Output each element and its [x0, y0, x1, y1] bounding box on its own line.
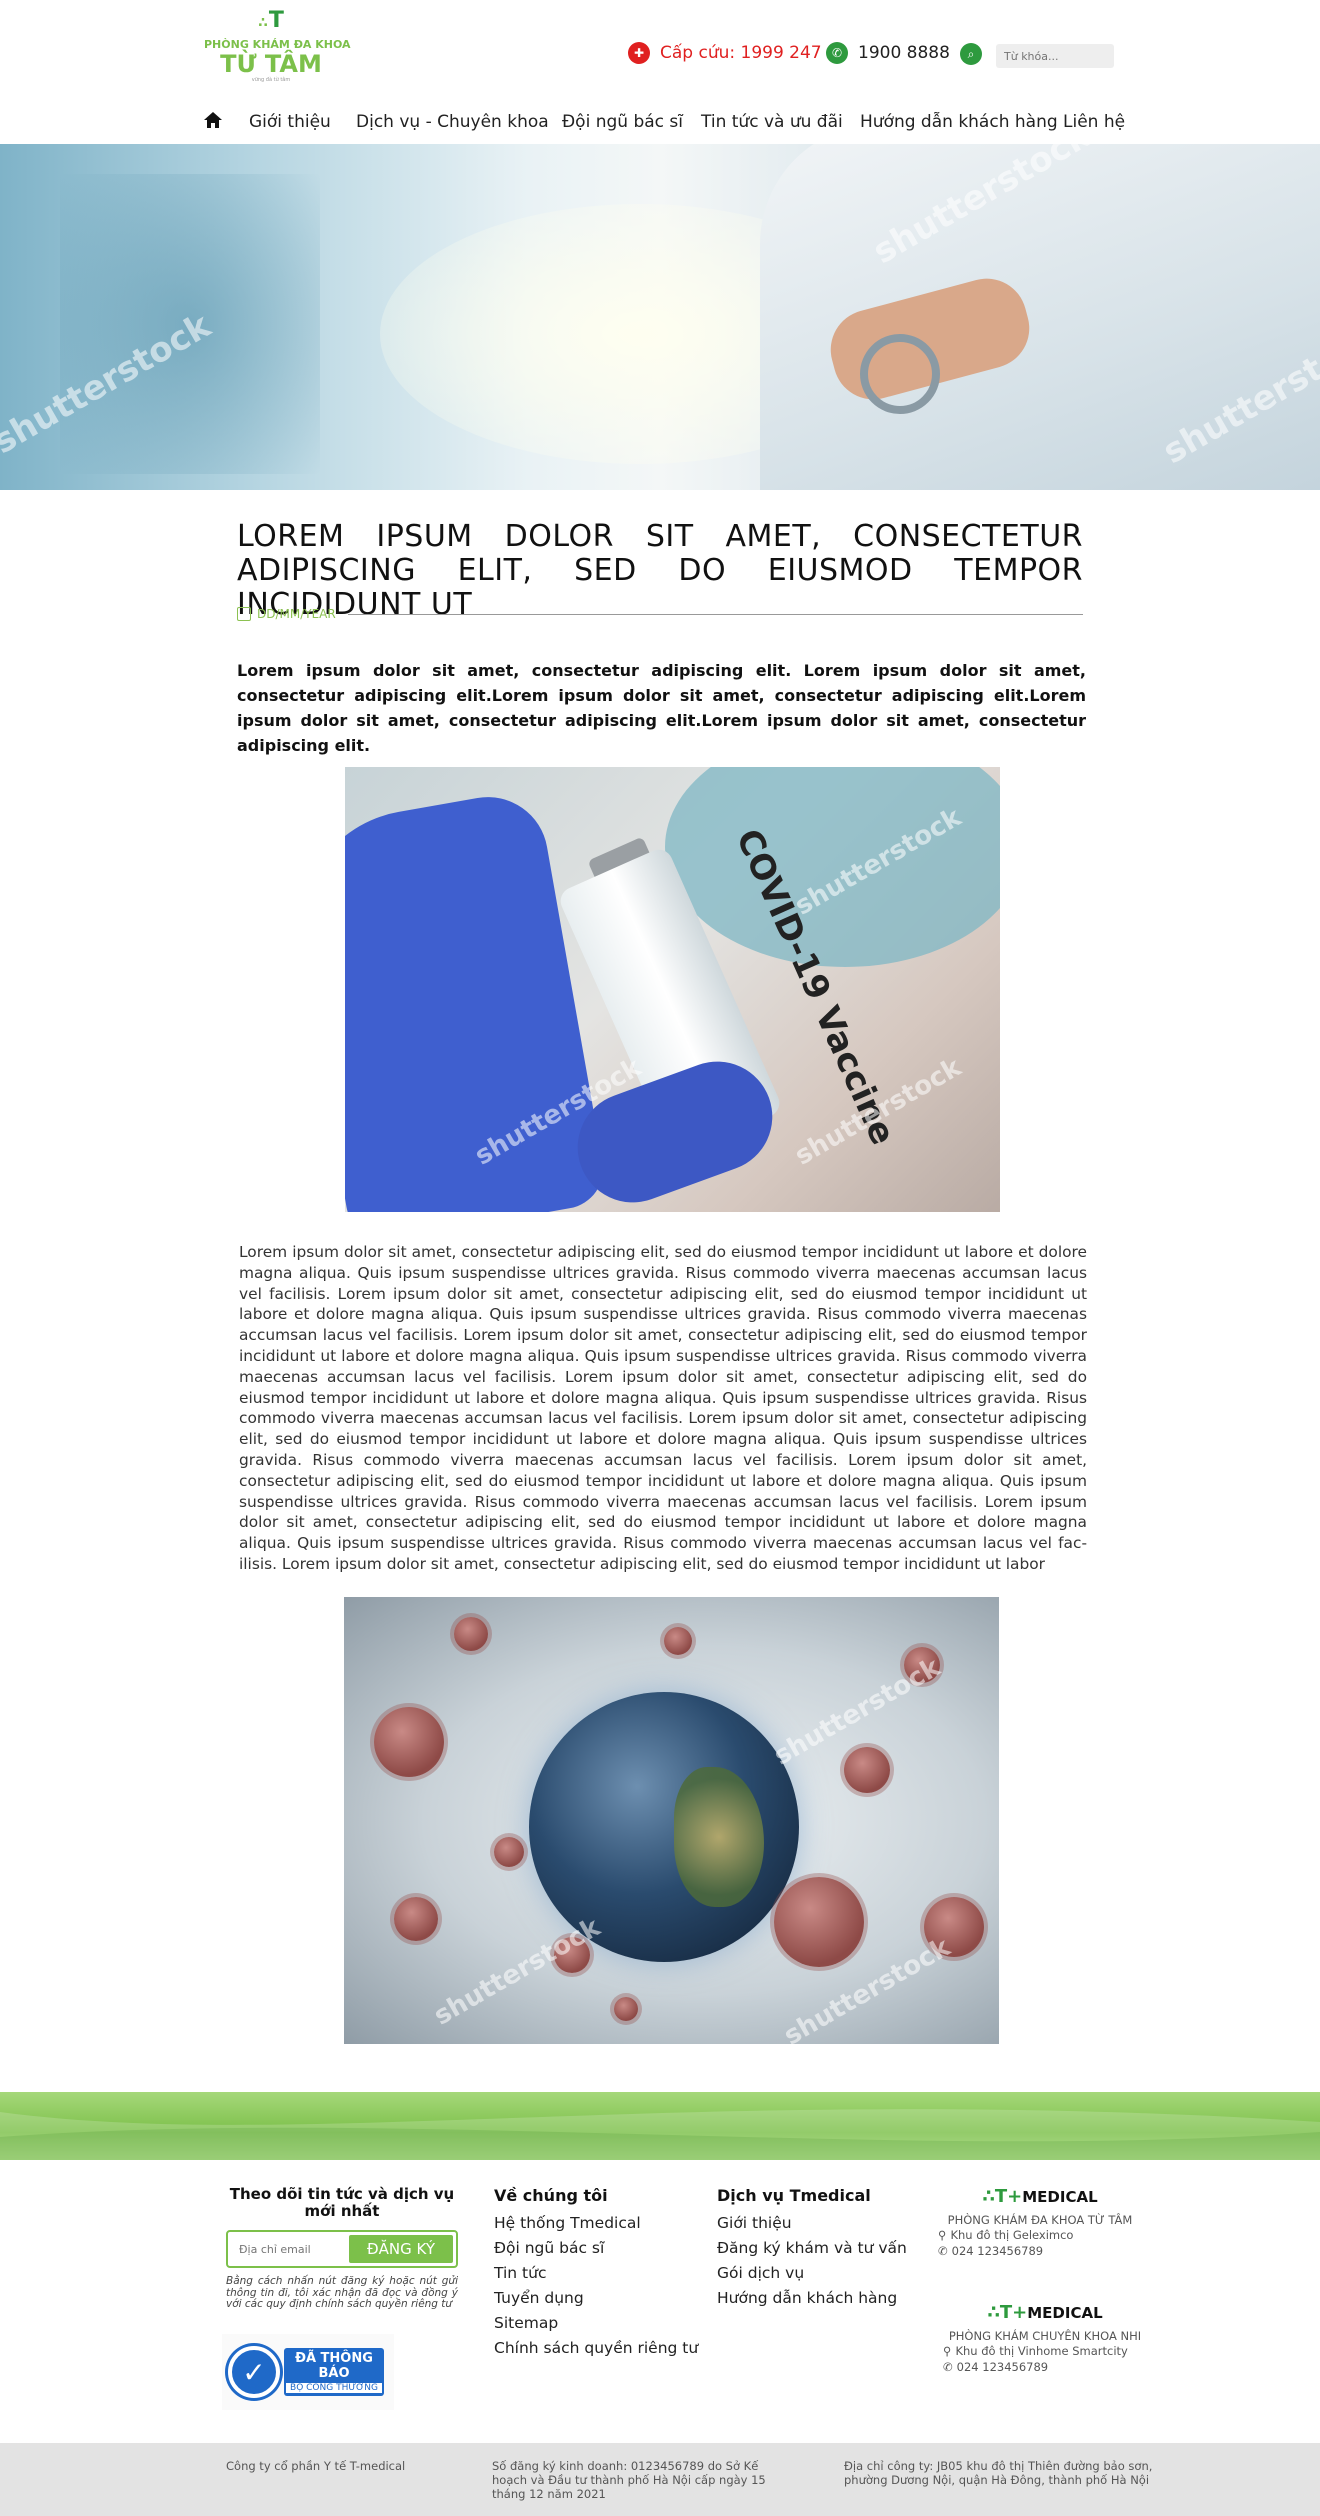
- branch-card: ∴T+MEDICAL PHÒNG KHÁM ĐA KHOA TỪ TÂM ⚲ Kh…: [930, 2186, 1150, 2259]
- vaccine-image: COVID-19 Vaccine shutterstock shuttersto…: [345, 767, 1000, 1212]
- newsletter-subscribe: Theo dõi tin tức và dịch vụ mới nhất ĐĂN…: [226, 2186, 458, 2311]
- logo-mark-icon: ∴T: [258, 8, 284, 33]
- privacy-note: Bằng cách nhấn nút đăng ký hoặc nút gửi …: [226, 2275, 458, 2310]
- image-watermark: shutterstock: [428, 1912, 606, 2032]
- checkmark-icon: ✓: [228, 2346, 280, 2398]
- nav-item-intro[interactable]: Giới thiệu: [249, 112, 331, 132]
- badge-line1: ĐÃ THÔNG BÁO: [295, 2351, 373, 2381]
- site-logo[interactable]: ∴T PHÒNG KHÁM ĐA KHOA TỪ TÂM vững đà từ …: [204, 8, 351, 90]
- footer-link[interactable]: Đội ngũ bác sĩ: [494, 2236, 698, 2261]
- hero-banner: shutterstock shutterstock shutterstock: [0, 144, 1320, 490]
- virus-globe-image: shutterstock shutterstock shutterstock: [344, 1597, 999, 2044]
- nav-item-guide[interactable]: Hướng dẫn khách hàng: [860, 112, 1058, 132]
- footer-wave: [0, 2092, 1320, 2160]
- nav-item-contact[interactable]: Liên hệ: [1063, 112, 1125, 132]
- newsletter-form: ĐĂNG KÝ: [226, 2230, 458, 2268]
- tmedical-logo[interactable]: ∴T+MEDICAL: [935, 2302, 1155, 2323]
- phone-hotline[interactable]: ✆ 1900 8888: [826, 42, 950, 64]
- footer-link[interactable]: Hướng dẫn khách hàng: [717, 2286, 907, 2311]
- footer-about-title: Về chúng tôi: [494, 2186, 608, 2205]
- company-address: Địa chỉ công ty: JB05 khu đô thị Thiên đ…: [844, 2459, 1153, 2487]
- footer-link[interactable]: Đăng ký khám và tư vấn: [717, 2236, 907, 2261]
- branch-phone[interactable]: 024 123456789: [952, 2243, 1043, 2259]
- divider: [347, 613, 1083, 615]
- phone-icon: ✆: [826, 42, 848, 64]
- main-nav: Giới thiệu Dịch vụ - Chuyên khoa Đội ngũ…: [0, 104, 1320, 144]
- article-body: Lorem ipsum dolor sit amet, consectetur …: [239, 1243, 1087, 1573]
- calendar-icon: [237, 607, 251, 621]
- branch-card: ∴T+MEDICAL PHÒNG KHÁM CHUYÊN KHOA NHI ⚲ K…: [935, 2302, 1155, 2375]
- phone-number: 1900 8888: [858, 43, 950, 63]
- branch-address: Khu đô thị Vinhome Smartcity: [955, 2344, 1128, 2358]
- article-meta: DD/MM/YEAR: [237, 604, 1083, 624]
- nav-item-news[interactable]: Tin tức và ưu đãi: [701, 112, 843, 132]
- site-header: ∴T PHÒNG KHÁM ĐA KHOA TỪ TÂM vững đà từ …: [0, 0, 1320, 96]
- badge-line2: BỘ CÔNG THƯƠNG: [286, 2383, 382, 2393]
- branch-name: PHÒNG KHÁM CHUYÊN KHOA NHI: [948, 2329, 1142, 2343]
- tmedical-logo[interactable]: ∴T+MEDICAL: [930, 2186, 1150, 2207]
- business-registration: Số đăng ký kinh doanh: 0123456789 do Sở …: [492, 2459, 766, 2501]
- footer-link[interactable]: Giới thiệu: [717, 2211, 907, 2236]
- search-input[interactable]: [996, 44, 1114, 68]
- footer-services-column: Dịch vụ Tmedical Giới thiệu Đăng ký khám…: [717, 2186, 907, 2311]
- location-pin-icon: ⚲: [938, 2228, 947, 2242]
- branch-address: Khu đô thị Geleximco: [950, 2228, 1074, 2242]
- article-lead: Lorem ipsum dolor sit amet, consectetur …: [237, 661, 1086, 755]
- logo-brand-name: TỪ TÂM: [220, 50, 322, 78]
- ambulance-icon: ✚: [628, 42, 650, 64]
- home-icon[interactable]: [203, 110, 223, 130]
- article-date: DD/MM/YEAR: [257, 607, 336, 621]
- footer-link[interactable]: Gói dịch vụ: [717, 2261, 907, 2286]
- phone-icon: ✆: [943, 2360, 953, 2374]
- footer-about-column: Về chúng tôi Hệ thống Tmedical Đội ngũ b…: [494, 2186, 698, 2361]
- nav-item-services[interactable]: Dịch vụ - Chuyên khoa: [356, 112, 549, 132]
- footer-link[interactable]: Tuyển dụng: [494, 2286, 698, 2311]
- footer-link[interactable]: Tin tức: [494, 2261, 698, 2286]
- footer-link[interactable]: Hệ thống Tmedical: [494, 2211, 698, 2236]
- newsletter-title: Theo dõi tin tức và dịch vụ mới nhất: [229, 2185, 455, 2220]
- nav-item-doctors[interactable]: Đội ngũ bác sĩ: [562, 112, 683, 132]
- search-icon[interactable]: ⌕: [960, 43, 982, 65]
- email-field[interactable]: [231, 2235, 349, 2263]
- doctor-coat-image: [760, 144, 1320, 490]
- location-pin-icon: ⚲: [943, 2344, 952, 2358]
- phone-icon: ✆: [938, 2244, 948, 2258]
- emergency-label: Cấp cứu: 1999 247: [660, 43, 822, 63]
- ministry-registered-badge[interactable]: ✓ ĐÃ THÔNG BÁO BỘ CÔNG THƯƠNG: [222, 2334, 394, 2410]
- footer-bottom-bar: Công ty cổ phần Y tế T-medical Số đăng k…: [0, 2443, 1320, 2516]
- subscribe-button[interactable]: ĐĂNG KÝ: [349, 2235, 453, 2263]
- footer-link[interactable]: Sitemap: [494, 2311, 698, 2336]
- emergency-hotline[interactable]: ✚ Cấp cứu: 1999 247: [628, 42, 822, 64]
- image-watermark: shutterstock: [789, 1052, 967, 1172]
- footer-link[interactable]: Chính sách quyền riêng tư: [494, 2336, 698, 2361]
- branch-name: PHÒNG KHÁM ĐA KHOA TỪ TÂM: [947, 2213, 1133, 2227]
- branch-phone[interactable]: 024 123456789: [957, 2359, 1048, 2375]
- stethoscope-icon: [860, 334, 940, 414]
- company-name: Công ty cổ phần Y tế T-medical: [226, 2459, 406, 2473]
- footer-services-title: Dịch vụ Tmedical: [717, 2186, 871, 2205]
